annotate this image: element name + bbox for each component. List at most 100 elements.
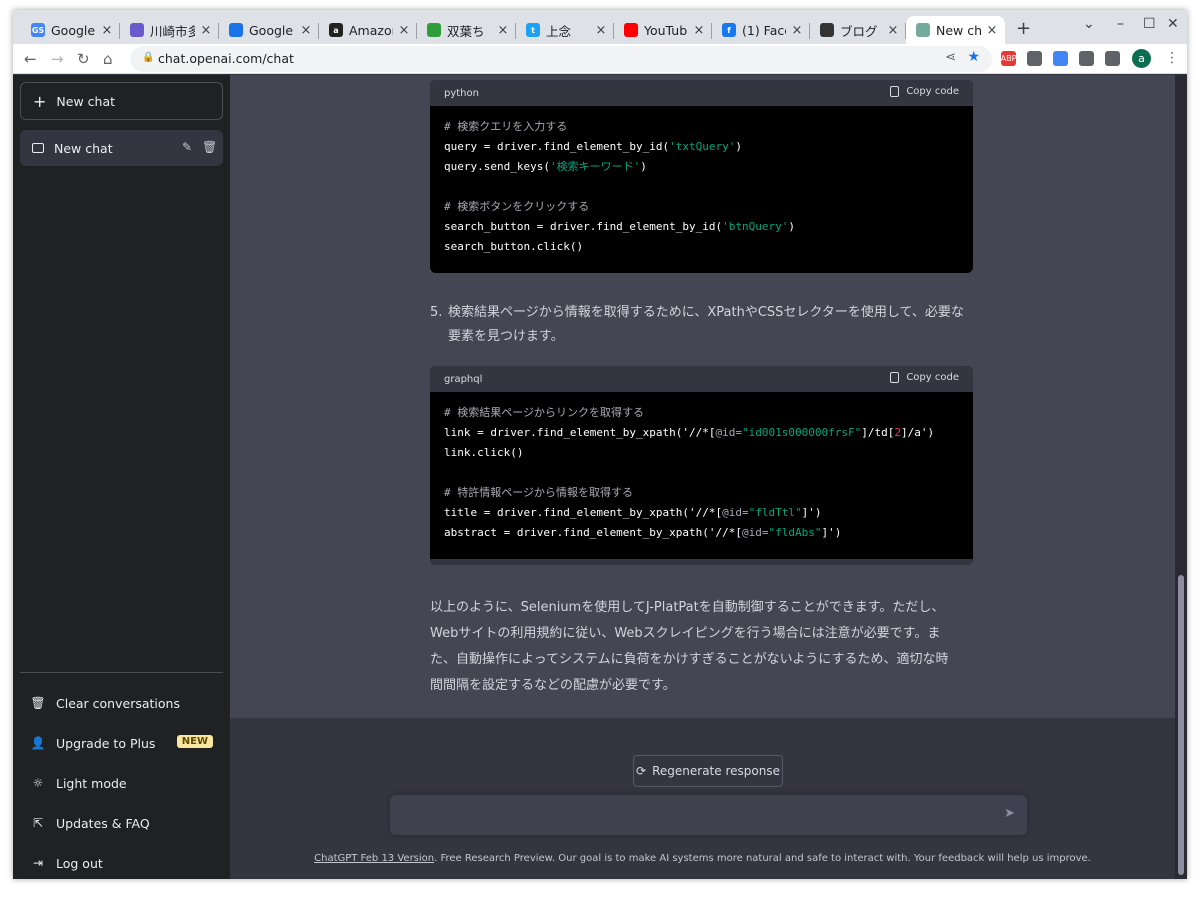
maximize-icon[interactable]: ☐: [1143, 16, 1156, 32]
footer-disclaimer: ChatGPT Feb 13 Version. Free Research Pr…: [230, 853, 1175, 864]
prompt-box: ➤: [390, 795, 1027, 835]
tab-title: ブログ: [840, 23, 878, 39]
code-token: ]'): [821, 526, 842, 539]
sidebar-link[interactable]: ⇱ Updates & FAQ: [20, 805, 223, 841]
url-text[interactable]: chat.openai.com/chat: [158, 51, 294, 66]
browser-tab[interactable]: GS Google ×: [21, 16, 120, 44]
side-panel-icon[interactable]: [1105, 51, 1120, 66]
tab-search-icon[interactable]: ⌄: [1083, 16, 1095, 32]
share-icon[interactable]: ⋖: [945, 50, 956, 65]
delete-icon[interactable]: 🗑: [202, 140, 217, 154]
new-tab-icon[interactable]: +: [1016, 18, 1031, 39]
tab-close-icon[interactable]: ×: [692, 23, 706, 38]
tab-close-icon[interactable]: ×: [594, 23, 608, 38]
code-scroll-track[interactable]: [430, 559, 973, 565]
browser-tab[interactable]: Google ×: [219, 16, 319, 44]
new-chat-button[interactable]: + New chat: [20, 82, 223, 120]
sidebar-link[interactable]: ☼ Light mode: [20, 765, 223, 801]
code-line: query = driver.find_element_by_id('txtQu…: [444, 137, 959, 157]
regenerate-response-button[interactable]: ⟳ Regenerate response: [633, 755, 783, 787]
browser-tab[interactable]: New cha ×: [906, 16, 1005, 44]
forward-icon[interactable]: →: [51, 50, 64, 68]
code-token: 'txtQuery': [669, 140, 736, 153]
code-token: search_button = driver.find_element_by_i…: [444, 220, 723, 233]
prompt-input[interactable]: [404, 805, 984, 825]
code-token: query.send_keys(: [444, 160, 550, 173]
list-item-step-5: 5. 検索結果ページから情報を取得するために、XPathやCSSセレクターを使用…: [430, 301, 975, 349]
tab-favicon-icon: [916, 23, 930, 37]
version-link[interactable]: ChatGPT Feb 13 Version: [314, 853, 434, 864]
code-block-header: graphql Copy code: [430, 366, 973, 392]
scrollbar[interactable]: [1175, 75, 1187, 879]
code-line: # 検索ボタンをクリックする: [444, 197, 959, 217]
code-token: # 検索クエリを入力する: [444, 120, 568, 133]
edit-icon[interactable]: ✎: [182, 140, 192, 154]
sidebar-link-label: Light mode: [56, 775, 127, 791]
tab-close-icon[interactable]: ×: [299, 23, 313, 38]
trash-icon: 🗑: [30, 696, 46, 710]
browser-tab[interactable]: ブログ ×: [810, 16, 906, 44]
tab-favicon-icon: GS: [31, 23, 45, 37]
tab-close-icon[interactable]: ×: [100, 23, 114, 38]
tab-close-icon[interactable]: ×: [790, 23, 804, 38]
send-icon[interactable]: ➤: [1004, 806, 1015, 821]
sidebar-link-label: Upgrade to Plus: [56, 735, 156, 751]
adblock-icon[interactable]: ABP: [1001, 51, 1016, 66]
tab-title: Amazon: [349, 22, 393, 38]
tab-close-icon[interactable]: ×: [985, 23, 999, 38]
copy-code-label: Copy code: [906, 86, 959, 97]
browser-tab[interactable]: 双葉ち ×: [417, 16, 516, 44]
new-chat-label: New chat: [56, 93, 115, 109]
translate-icon[interactable]: [1053, 51, 1068, 66]
profile-avatar[interactable]: a: [1132, 49, 1151, 68]
tab-close-icon[interactable]: ×: [496, 23, 510, 38]
puzzle-icon[interactable]: [1079, 51, 1094, 66]
cast-icon[interactable]: [1027, 51, 1042, 66]
tab-title: 双葉ち: [447, 23, 485, 39]
external-link-icon: ⇱: [32, 816, 44, 830]
browser-tab[interactable]: a Amazon ×: [319, 16, 417, 44]
code-token: # 特許情報ページから情報を取得する: [444, 486, 634, 499]
browser-tab[interactable]: YouTub ×: [614, 16, 712, 44]
code-line: # 検索結果ページからリンクを取得する: [444, 403, 959, 423]
code-line: link.click(): [444, 443, 959, 463]
code-token: "fldAbs": [768, 526, 822, 539]
copy-code-button[interactable]: Copy code: [890, 372, 959, 383]
sidebar-chat-item[interactable]: New chat ✎ 🗑: [20, 130, 223, 166]
close-window-icon[interactable]: ✕: [1167, 16, 1179, 32]
code-line: # 検索クエリを入力する: [444, 117, 959, 137]
sidebar-link[interactable]: 👤 Upgrade to Plus NEW: [20, 725, 223, 761]
code-token: # 検索ボタンをクリックする: [444, 200, 590, 213]
code-token: search_button.click(): [444, 240, 584, 253]
tab-favicon-icon: [130, 23, 144, 37]
refresh-icon: ⟳: [636, 764, 647, 778]
copy-code-button[interactable]: Copy code: [890, 86, 959, 97]
code-token: ): [788, 220, 796, 233]
code-token: @id=: [715, 426, 743, 439]
tab-close-icon[interactable]: ×: [397, 23, 411, 38]
code-line: # 特許情報ページから情報を取得する: [444, 483, 959, 503]
sidebar-link[interactable]: 🗑 Clear conversations: [20, 685, 223, 721]
code-language-label: graphql: [444, 373, 483, 385]
home-icon[interactable]: ⌂: [103, 50, 113, 68]
bookmark-star-icon[interactable]: ★: [967, 49, 980, 65]
minimize-icon[interactable]: –: [1117, 16, 1124, 32]
browser-menu-icon[interactable]: ⋮: [1165, 50, 1179, 66]
sidebar-link[interactable]: ⇥ Log out: [20, 845, 223, 879]
browser-tab[interactable]: 川崎市多 ×: [120, 16, 219, 44]
browser-tab[interactable]: f (1) Face ×: [712, 16, 810, 44]
answer-paragraph: 以上のように、Seleniumを使用してJ-PlatPatを自動制御することがで…: [430, 595, 970, 699]
code-token: link = driver.find_element_by_xpath('//*…: [444, 426, 716, 439]
code-token: ): [640, 160, 647, 173]
scrollbar-thumb[interactable]: [1178, 575, 1184, 875]
address-bar[interactable]: 🔒 chat.openai.com/chat ⋖ ★: [130, 46, 992, 72]
tab-close-icon[interactable]: ×: [886, 23, 900, 38]
reload-icon[interactable]: ↻: [77, 50, 90, 68]
back-icon[interactable]: ←: [24, 50, 37, 68]
browser-tab[interactable]: t 上念 ×: [516, 16, 614, 44]
code-token: # 検索結果ページからリンクを取得する: [444, 406, 645, 419]
code-token: "fldTtl": [748, 506, 802, 519]
tab-close-icon[interactable]: ×: [199, 23, 213, 38]
tab-favicon-icon: [820, 23, 834, 37]
